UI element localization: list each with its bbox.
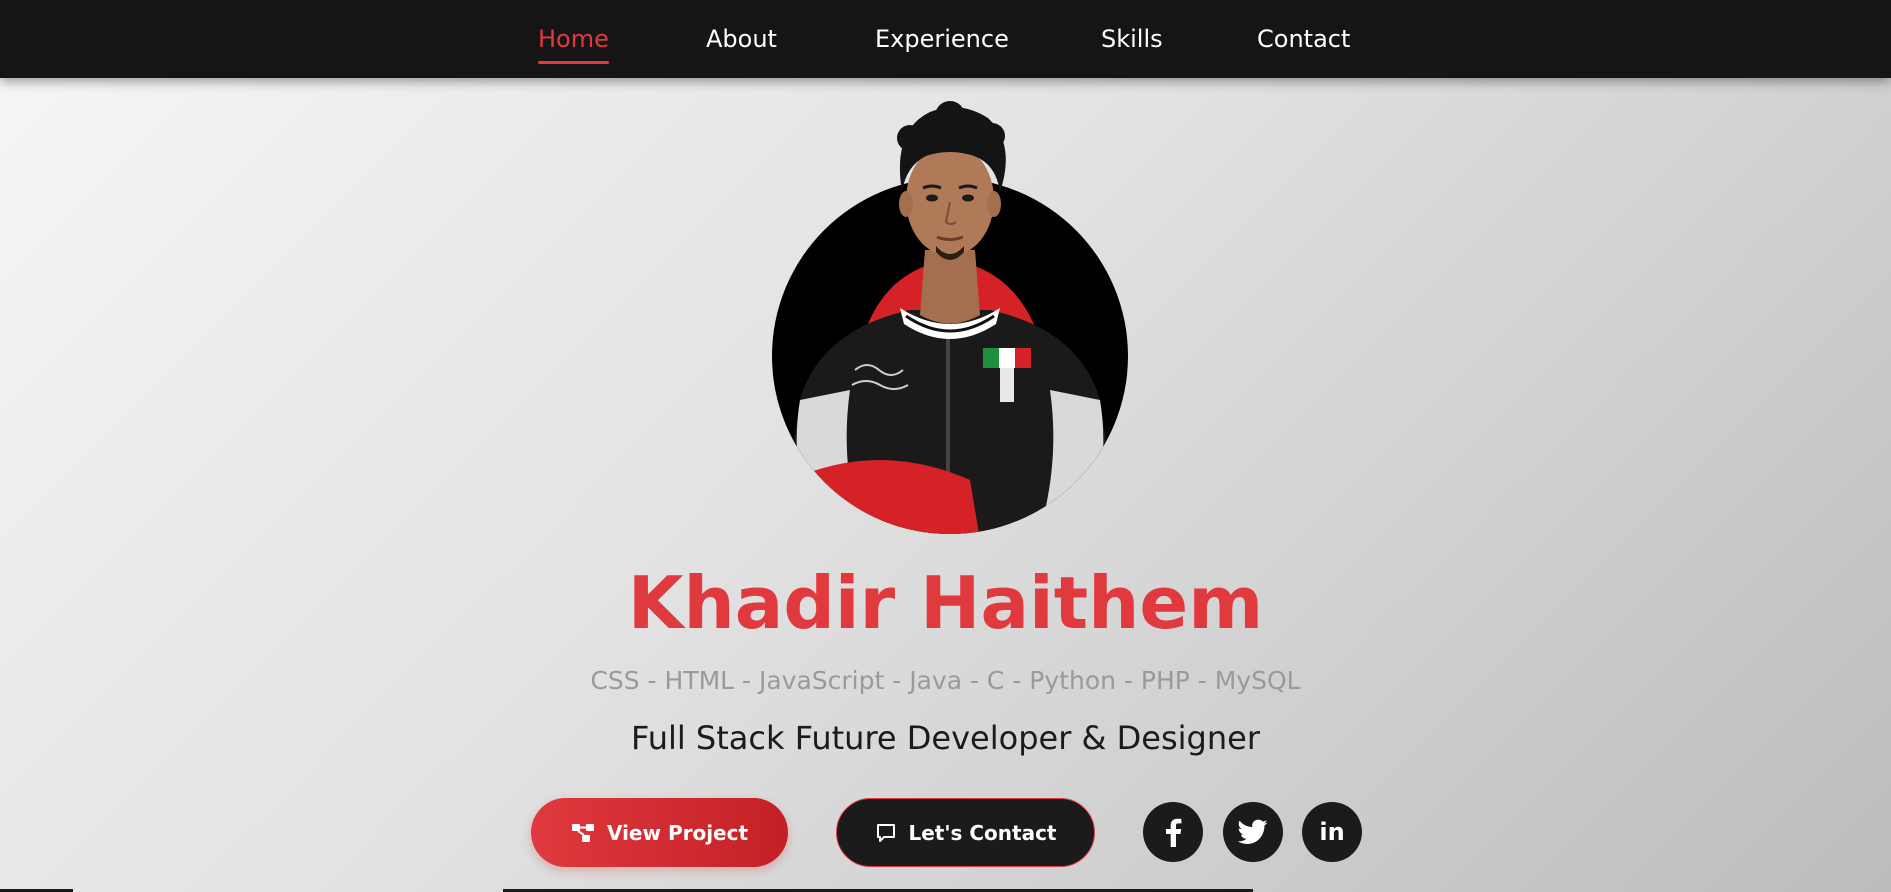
skills-list: CSS - HTML - JavaScript - Java - C - Pyt… [590,666,1301,695]
profile-avatar [760,100,1140,535]
view-project-button[interactable]: View Project [531,798,788,867]
profile-photo [772,101,1128,534]
nav-home[interactable]: Home [538,24,609,64]
facebook-icon [1166,818,1182,847]
twitter-link[interactable] [1223,802,1283,862]
project-tree-icon [571,823,594,842]
linkedin-link[interactable]: in [1302,802,1362,862]
nav-contact[interactable]: Contact [1257,24,1350,58]
nav-experience[interactable]: Experience [875,24,1009,58]
hero-name: Khadir Haithem [627,561,1264,645]
nav-about[interactable]: About [706,24,777,58]
chat-bubble-icon [876,823,895,842]
lets-contact-label: Let's Contact [908,820,1057,845]
facebook-link[interactable] [1143,802,1203,862]
twitter-icon [1238,819,1268,844]
nav-skills[interactable]: Skills [1101,24,1163,58]
view-project-label: View Project [606,820,749,845]
top-navbar: Home About Experience Skills Contact [0,0,1891,78]
lets-contact-button[interactable]: Let's Contact [836,798,1095,867]
linkedin-icon: in [1319,818,1345,846]
hero-tagline: Full Stack Future Developer & Designer [631,719,1260,757]
